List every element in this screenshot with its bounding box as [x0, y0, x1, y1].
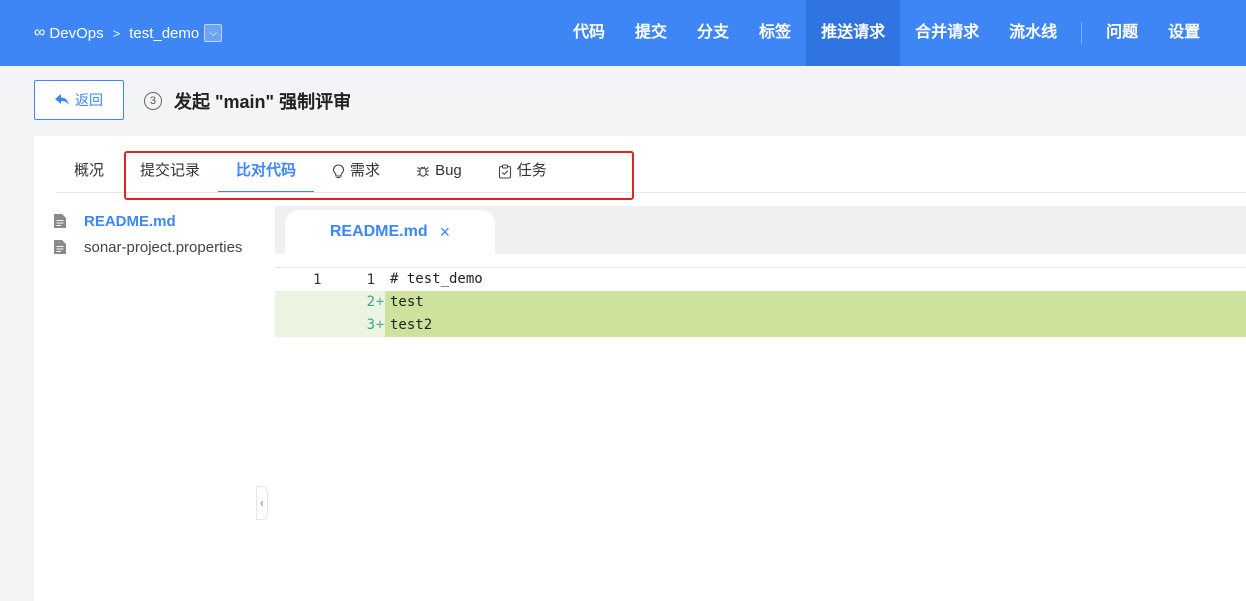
tab-tasks-label: 任务: [516, 162, 547, 179]
nav-pipelines[interactable]: 流水线: [994, 0, 1072, 66]
page-title-row: 3 发起 "main" 强制评审: [144, 90, 351, 112]
old-line-number: 1: [313, 271, 322, 288]
bug-icon: [417, 166, 430, 177]
nav-branches[interactable]: 分支: [682, 0, 744, 66]
tab-overview[interactable]: 概况: [56, 150, 122, 192]
nav-issues[interactable]: 问题: [1091, 0, 1153, 66]
diff-viewer: README.md × 1 1 # test_demo 2 + test 3 +: [275, 206, 1246, 601]
lightbulb-icon: [332, 163, 345, 178]
review-tabs: 概况 提交记录 比对代码 需求 Bug 任务: [56, 150, 565, 193]
diff-file-tabbar: README.md ×: [275, 206, 1246, 254]
tab-commits[interactable]: 提交记录: [122, 150, 218, 192]
diff-line: 1 1 # test_demo: [275, 268, 1246, 291]
back-button[interactable]: 返回: [34, 80, 124, 120]
top-navbar: ∞ DevOps > test_demo ⌵ 代码 提交 分支 标签 推送请求 …: [0, 0, 1246, 66]
code-text: test: [385, 291, 1246, 314]
old-line-number: [275, 291, 335, 314]
diff-file-tab[interactable]: README.md ×: [285, 210, 495, 254]
nav-commits[interactable]: 提交: [620, 0, 682, 66]
file-item-label: README.md: [84, 212, 176, 230]
tab-bug-label: Bug: [435, 162, 462, 179]
close-icon[interactable]: ×: [440, 222, 451, 243]
tab-tasks[interactable]: 任务: [480, 150, 565, 192]
app-name-link[interactable]: DevOps: [49, 25, 103, 42]
diff-line-added: 2 + test: [275, 291, 1246, 314]
tab-requirements[interactable]: 需求: [314, 150, 398, 192]
collapse-sidebar-chevron-icon[interactable]: ‹: [256, 486, 268, 520]
changed-file-list: README.md sonar-project.properties: [54, 208, 254, 260]
repo-dropdown-chevron-icon[interactable]: ⌵: [204, 24, 223, 42]
diff-lines: 1 1 # test_demo 2 + test 3 + test2: [275, 267, 1246, 337]
code-text: # test_demo: [390, 271, 483, 287]
tab-requirements-label: 需求: [350, 162, 381, 179]
code-text: test2: [385, 314, 1246, 337]
tab-diff-label: 比对代码: [236, 162, 297, 179]
tabs-divider: [56, 192, 1246, 193]
file-item-sonar-properties[interactable]: sonar-project.properties: [54, 234, 254, 260]
back-arrow-icon: [55, 94, 69, 105]
review-card: 概况 提交记录 比对代码 需求 Bug 任务 README.md sonar-p…: [34, 136, 1246, 601]
new-line-number: 2: [335, 291, 375, 314]
nav-divider: [1081, 22, 1083, 44]
step-number-badge: 3: [144, 92, 162, 110]
back-button-label: 返回: [75, 92, 103, 108]
repo-name-link[interactable]: test_demo: [129, 25, 199, 42]
diff-marker-plus-icon: +: [375, 314, 385, 337]
devops-logo-icon: ∞: [34, 24, 46, 41]
file-item-readme[interactable]: README.md: [54, 208, 254, 234]
diff-line-added: 3 + test2: [275, 314, 1246, 337]
file-icon: [54, 214, 66, 228]
nav-code[interactable]: 代码: [558, 0, 620, 66]
file-item-label: sonar-project.properties: [84, 238, 243, 256]
nav-tags[interactable]: 标签: [744, 0, 806, 66]
new-line-number: 1: [366, 271, 375, 288]
diff-file-tab-label: README.md: [329, 223, 428, 240]
page-title: 发起 "main" 强制评审: [174, 92, 352, 112]
tab-bug[interactable]: Bug: [398, 150, 480, 192]
breadcrumb: ∞ DevOps > test_demo ⌵: [34, 0, 223, 66]
old-line-number: [275, 314, 335, 337]
main-nav: 代码 提交 分支 标签 推送请求 合并请求 流水线 问题 设置: [558, 0, 1215, 66]
nav-settings[interactable]: 设置: [1153, 0, 1215, 66]
new-line-number: 3: [335, 314, 375, 337]
tab-overview-label: 概况: [74, 162, 105, 179]
breadcrumb-separator-icon: >: [112, 25, 121, 41]
clipboard-check-icon: [498, 163, 511, 179]
tab-commits-label: 提交记录: [140, 162, 201, 179]
diff-marker-plus-icon: +: [375, 291, 385, 314]
file-icon: [54, 240, 66, 254]
nav-push-requests[interactable]: 推送请求: [806, 0, 901, 66]
nav-merge-requests[interactable]: 合并请求: [900, 0, 994, 66]
tab-diff[interactable]: 比对代码: [218, 150, 315, 193]
